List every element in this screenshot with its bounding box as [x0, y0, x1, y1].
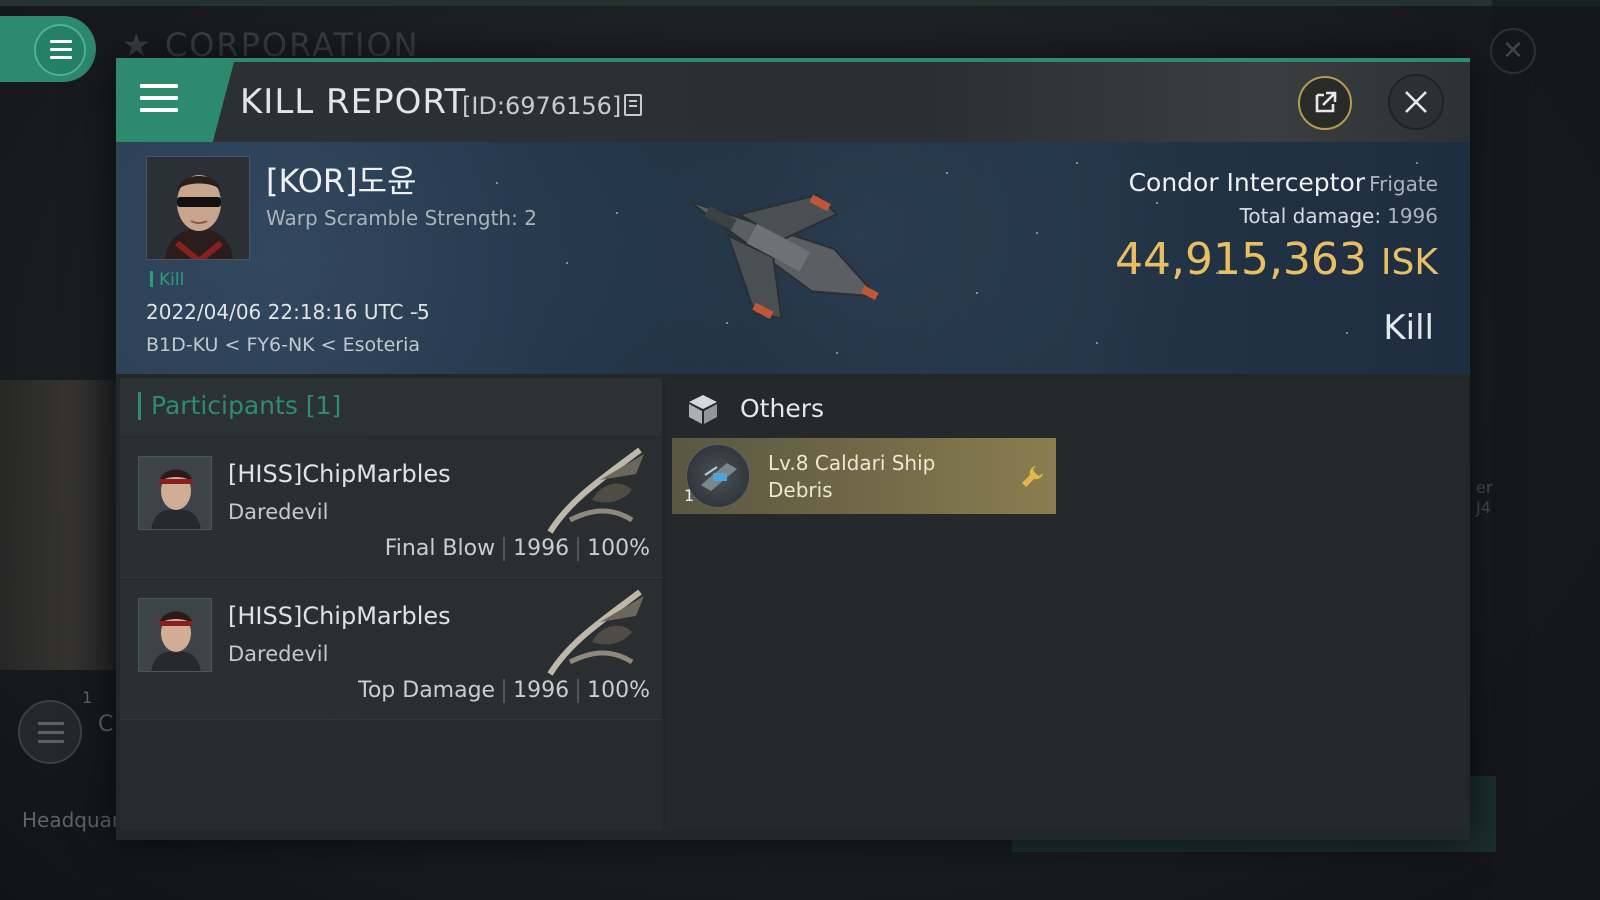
participant-ship-image: [547, 589, 644, 676]
kill-timestamp: 2022/04/06 22:18:16 UTC -5: [146, 300, 430, 324]
background-close-button[interactable]: ✕: [1490, 28, 1536, 74]
participant-ship-image: [547, 447, 644, 534]
others-title: Others: [740, 394, 825, 423]
warp-scramble-strength: Warp Scramble Strength: 2: [266, 206, 537, 230]
kill-location[interactable]: B1D-KU < FY6-NK < Esoteria: [146, 334, 420, 356]
ship-class: Frigate: [1369, 172, 1438, 196]
background-menu-circle-button[interactable]: [18, 700, 82, 764]
background-count: 1: [82, 688, 93, 707]
participant-stats: Final Blow 1996 100%: [385, 536, 650, 561]
ship-name[interactable]: Condor Interceptor Frigate: [1129, 168, 1438, 197]
participant-percent: 100%: [587, 536, 650, 561]
background-structure: [0, 380, 116, 670]
victim-name[interactable]: [KOR]도윤: [266, 156, 417, 202]
participant-row[interactable]: [HISS]ChipMarbles Daredevil Final Blow 1…: [120, 438, 662, 578]
kill-result-label: Kill: [1383, 308, 1434, 348]
victim-ship-image: [688, 193, 880, 320]
participant-ship: Daredevil: [228, 500, 329, 524]
menu-icon: [34, 24, 86, 76]
kill-summary-banner: [KOR]도윤 Warp Scramble Strength: 2 Kill 2…: [116, 142, 1470, 374]
background-label: C: [98, 712, 114, 737]
debris-icon: [686, 444, 750, 508]
close-button[interactable]: [1388, 74, 1444, 130]
debris-item[interactable]: 1 Lv.8 Caldari Ship Debris: [672, 438, 1056, 514]
participant-damage: 1996: [513, 536, 570, 561]
pilot-portrait-icon: [139, 599, 211, 671]
pilot-portrait-icon: [139, 457, 211, 529]
background-headquarters-label: Headquar: [22, 808, 121, 832]
header-menu-tab[interactable]: [116, 62, 234, 142]
participants-tab[interactable]: Participants [1]: [120, 378, 662, 436]
external-link-icon: [1315, 91, 1337, 113]
debris-name: Lv.8 Caldari Ship Debris: [768, 451, 936, 502]
participant-ship: Daredevil: [228, 642, 329, 666]
participant-damage: 1996: [513, 678, 570, 703]
participants-panel: Participants [1] [HISS]ChipMarbles Dared…: [120, 378, 662, 830]
close-icon: [1405, 91, 1427, 113]
debris-quantity: 1: [684, 486, 695, 505]
total-damage: Total damage: 1996: [1239, 204, 1438, 228]
background-menu-button[interactable]: [0, 16, 96, 82]
menu-icon: [140, 84, 178, 120]
isk-value: 44,915,363 ISK: [1114, 234, 1438, 285]
participant-role: Top Damage: [358, 678, 496, 703]
background-right-panel: [1492, 0, 1600, 900]
participant-stats: Top Damage 1996 100%: [358, 678, 650, 703]
background-topbar: [0, 0, 1600, 6]
participant-percent: 100%: [587, 678, 650, 703]
participant-role: Final Blow: [384, 536, 496, 561]
wrench-icon[interactable]: [1018, 462, 1046, 490]
pilot-portrait-icon: [147, 157, 249, 259]
others-panel: Others 1 Lv.8 Caldari Ship Debris: [666, 378, 1466, 830]
kill-tag: Kill: [150, 270, 184, 290]
victim-avatar[interactable]: [146, 156, 250, 260]
participant-row[interactable]: [HISS]ChipMarbles Daredevil Top Damage 1…: [120, 580, 662, 720]
share-button[interactable]: [1298, 76, 1352, 130]
participant-name[interactable]: [HISS]ChipMarbles: [228, 460, 451, 488]
participant-avatar[interactable]: [138, 456, 212, 530]
dialog-header: KILL REPORT [ID:6976156]: [116, 62, 1470, 142]
dialog-title: KILL REPORT: [240, 82, 467, 122]
participants-title: Participants [1]: [138, 392, 341, 420]
copy-icon[interactable]: [624, 94, 642, 116]
report-id: [ID:6976156]: [462, 92, 622, 120]
cargo-box-icon: [689, 395, 717, 424]
background-right-text: er J4: [1476, 478, 1493, 517]
kill-report-dialog: KILL REPORT [ID:6976156] [KOR]도윤 Warp Sc…: [116, 58, 1470, 840]
participant-name[interactable]: [HISS]ChipMarbles: [228, 602, 451, 630]
participant-avatar[interactable]: [138, 598, 212, 672]
